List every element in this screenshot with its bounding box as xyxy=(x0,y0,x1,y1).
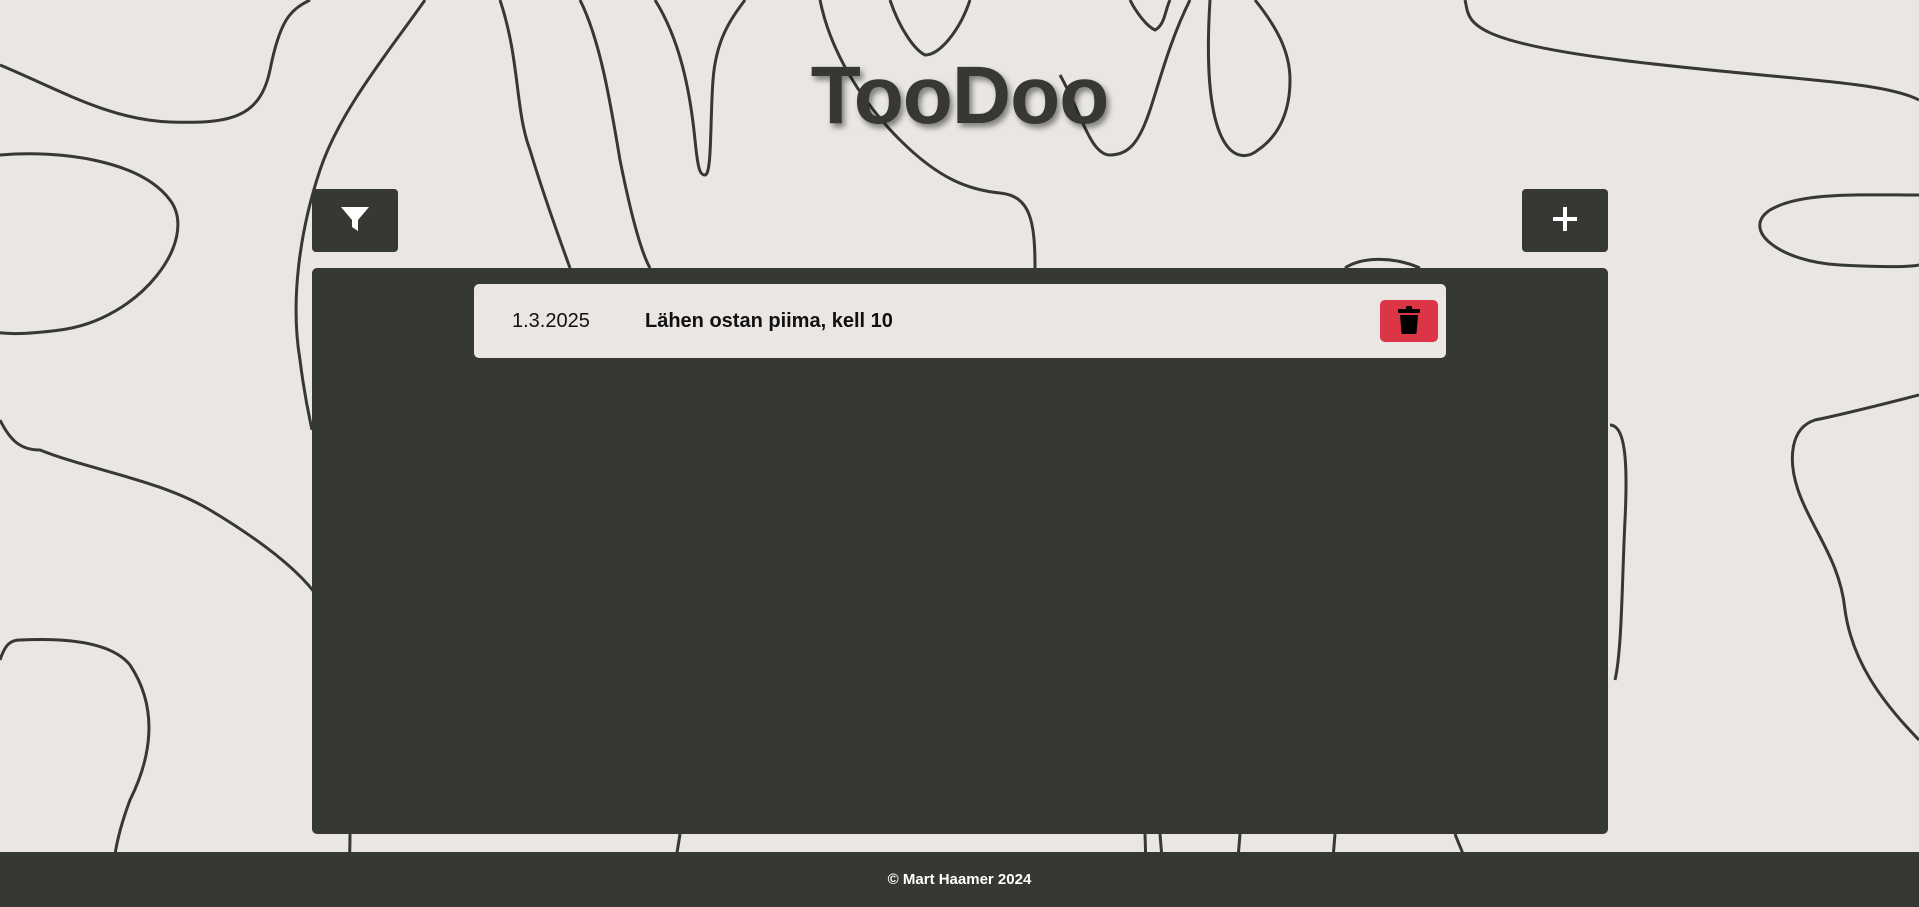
page: TooDoo 1.3.2025 Lähen ostan piima, kell … xyxy=(0,0,1919,907)
filter-button[interactable] xyxy=(312,189,398,252)
todo-date: 1.3.2025 xyxy=(512,310,590,332)
footer: © Mart Haamer 2024 xyxy=(0,852,1919,907)
app-title: TooDoo xyxy=(810,50,1110,141)
add-todo-button[interactable] xyxy=(1522,189,1608,252)
todo-text: Lähen ostan piima, kell 10 xyxy=(645,310,893,332)
footer-copyright: © Mart Haamer 2024 xyxy=(887,871,1032,888)
todo-item: 1.3.2025 Lähen ostan piima, kell 10 xyxy=(474,284,1446,358)
trash-icon xyxy=(1397,305,1421,337)
filter-icon xyxy=(339,203,371,238)
plus-icon xyxy=(1551,205,1579,236)
delete-todo-button[interactable] xyxy=(1380,300,1438,342)
